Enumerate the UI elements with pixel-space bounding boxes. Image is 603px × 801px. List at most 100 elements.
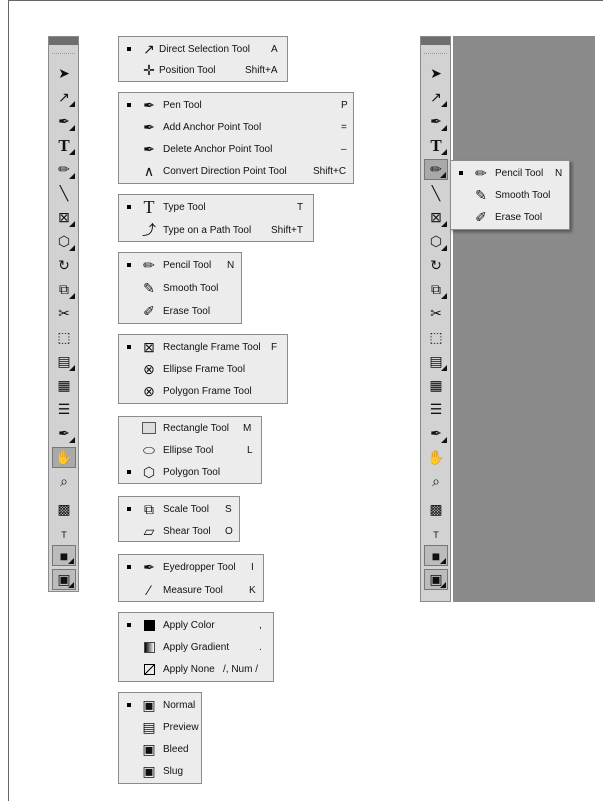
rectangle-frame-tool-button[interactable]: ⊠: [424, 207, 448, 228]
type-tool-button[interactable]: T: [424, 135, 448, 156]
menu-item-preview[interactable]: Preview: [163, 722, 199, 733]
flyout-indicator: [69, 221, 75, 227]
menu-item-ellipse-frame[interactable]: Ellipse Frame Tool: [163, 364, 245, 375]
menu-item-pencil[interactable]: Pencil Tool: [495, 168, 543, 179]
type-icon: T: [430, 135, 442, 155]
menu-item-eyedropper[interactable]: Eyedropper Tool: [163, 562, 236, 573]
pencil-tool-button[interactable]: ✏: [424, 159, 448, 180]
menu-item-erase[interactable]: Erase Tool: [163, 306, 210, 317]
polygon-tool-button[interactable]: ⬡: [424, 231, 448, 252]
hand-tool-button[interactable]: ✋: [52, 447, 76, 468]
eyedropper-tools-flyout: ✒ Eyedropper Tool I ∕ Measure Tool K: [118, 554, 264, 602]
menu-item-rectangle-frame[interactable]: Rectangle Frame Tool: [163, 342, 261, 353]
formatting-tool-button[interactable]: T: [52, 527, 76, 542]
pencil-tool-button[interactable]: ✏: [52, 159, 76, 180]
line-tool-button[interactable]: ╲: [52, 183, 76, 204]
menu-item-apply-none[interactable]: Apply None: [163, 664, 215, 675]
flyout-indicator: [440, 582, 446, 588]
scale-tool-button[interactable]: ⧉: [52, 279, 76, 300]
menu-item-apply-color[interactable]: Apply Color: [163, 620, 215, 631]
menu-item-normal[interactable]: Normal: [163, 700, 195, 711]
flyout-indicator: [440, 172, 446, 178]
fill-stroke-tool-button[interactable]: ▩: [424, 495, 448, 524]
scissors-tool-button[interactable]: ✂: [424, 303, 448, 324]
shortcut-label: O: [225, 525, 233, 537]
menu-item-ellipse[interactable]: Ellipse Tool: [163, 445, 213, 456]
line-tool-button[interactable]: ╲: [424, 183, 448, 204]
menu-item-rectangle[interactable]: Rectangle Tool: [163, 423, 229, 434]
menu-item-shear[interactable]: Shear Tool: [163, 526, 211, 537]
note-tool-button[interactable]: ☰: [424, 399, 448, 420]
menu-item-scale[interactable]: Scale Tool: [163, 504, 209, 515]
menu-item-bleed[interactable]: Bleed: [163, 744, 189, 755]
menu-item-apply-gradient[interactable]: Apply Gradient: [163, 642, 229, 653]
panel-title-bar[interactable]: [421, 37, 450, 45]
gradient-feather-tool-button[interactable]: ▦: [424, 375, 448, 396]
panel-grip[interactable]: [52, 45, 75, 54]
menu-item-erase[interactable]: Erase Tool: [495, 212, 542, 223]
free-transform-tool-button[interactable]: ⬚: [52, 327, 76, 348]
eyedropper-tool-button[interactable]: ✒: [424, 423, 448, 444]
menu-item-direct-selection[interactable]: Direct Selection Tool: [159, 44, 250, 55]
pen-tool-button[interactable]: ✒: [424, 111, 448, 132]
menu-item-polygon[interactable]: Polygon Tool: [163, 467, 220, 478]
menu-item-type[interactable]: Type Tool: [163, 202, 206, 213]
menu-item-delete-anchor[interactable]: Delete Anchor Point Tool: [163, 144, 272, 155]
shortcut-label: T: [297, 201, 304, 213]
rectangle-frame-tool-button[interactable]: ⊠: [52, 207, 76, 228]
selection-arrow-tool-button[interactable]: ➤: [52, 63, 76, 84]
gradient-tool-button[interactable]: ▤: [424, 351, 448, 372]
rotate-tool-button[interactable]: ↻: [424, 255, 448, 276]
note-tool-button[interactable]: ☰: [52, 399, 76, 420]
type-tool-button[interactable]: T: [52, 135, 76, 156]
formatting-tool-button[interactable]: T: [424, 527, 448, 542]
erase-icon: ✐: [475, 208, 487, 225]
flyout-indicator: [440, 558, 446, 564]
zoom-tool-button[interactable]: ⌕: [424, 471, 448, 492]
menu-item-position[interactable]: Position Tool: [159, 65, 216, 76]
type-icon: T: [143, 196, 155, 217]
free-transform-icon: ⬚: [57, 329, 71, 345]
eyedropper-tool-button[interactable]: ✒: [52, 423, 76, 444]
direct-selection-arrow-tool-button[interactable]: ↗: [424, 87, 448, 108]
polygon-icon: ⬡: [142, 463, 156, 480]
convert-point-icon: ∧: [143, 162, 155, 179]
rotate-tool-button[interactable]: ↻: [52, 255, 76, 276]
apply-color-tool-button[interactable]: ■: [52, 545, 76, 566]
gradient-tool-button[interactable]: ▤: [52, 351, 76, 372]
gradient-feather-tool-button[interactable]: ▦: [52, 375, 76, 396]
menu-item-smooth[interactable]: Smooth Tool: [163, 283, 218, 294]
polygon-tool-button[interactable]: ⬡: [52, 231, 76, 252]
view-mode-tool-button[interactable]: ▣: [52, 569, 76, 590]
hand-tool-button[interactable]: ✋: [424, 447, 448, 468]
menu-item-measure[interactable]: Measure Tool: [163, 585, 223, 596]
rectangle-frame-icon: ⊠: [143, 338, 155, 355]
menu-item-pen[interactable]: Pen Tool: [163, 100, 202, 111]
pen-tools-flyout: ✒ Pen Tool P ✒ Add Anchor Point Tool = ✒ Dele…: [118, 92, 354, 184]
zoom-tool-button[interactable]: ⌕: [52, 471, 76, 492]
menu-item-smooth[interactable]: Smooth Tool: [495, 190, 550, 201]
menu-item-convert-point[interactable]: Convert Direction Point Tool: [163, 166, 287, 177]
menu-item-slug[interactable]: Slug: [163, 766, 183, 777]
flyout-indicator: [69, 293, 75, 299]
panel-grip[interactable]: [424, 45, 447, 54]
flyout-indicator: [69, 365, 75, 371]
scale-tool-button[interactable]: ⧉: [424, 279, 448, 300]
menu-item-add-anchor[interactable]: Add Anchor Point Tool: [163, 122, 261, 133]
apply-color-tool-button[interactable]: ■: [424, 545, 448, 566]
menu-item-pencil[interactable]: Pencil Tool: [163, 260, 211, 271]
free-transform-tool-button[interactable]: ⬚: [424, 327, 448, 348]
smooth-icon: ✎: [143, 279, 155, 296]
view-mode-tool-button[interactable]: ▣: [424, 569, 448, 590]
direct-selection-arrow-tool-button[interactable]: ↗: [52, 87, 76, 108]
panel-title-bar[interactable]: [49, 37, 78, 45]
scissors-tool-button[interactable]: ✂: [52, 303, 76, 324]
menu-item-type-on-path[interactable]: Type on a Path Tool: [163, 225, 251, 236]
fill-stroke-tool-button[interactable]: ▩: [52, 495, 76, 524]
selection-arrow-tool-button[interactable]: ➤: [424, 63, 448, 84]
delete-anchor-icon: ✒: [143, 140, 155, 157]
shortcut-label: Shift+T: [271, 224, 303, 236]
pen-tool-button[interactable]: ✒: [52, 111, 76, 132]
menu-item-polygon-frame[interactable]: Polygon Frame Tool: [163, 386, 252, 397]
eyedropper-icon: ✒: [143, 558, 155, 575]
